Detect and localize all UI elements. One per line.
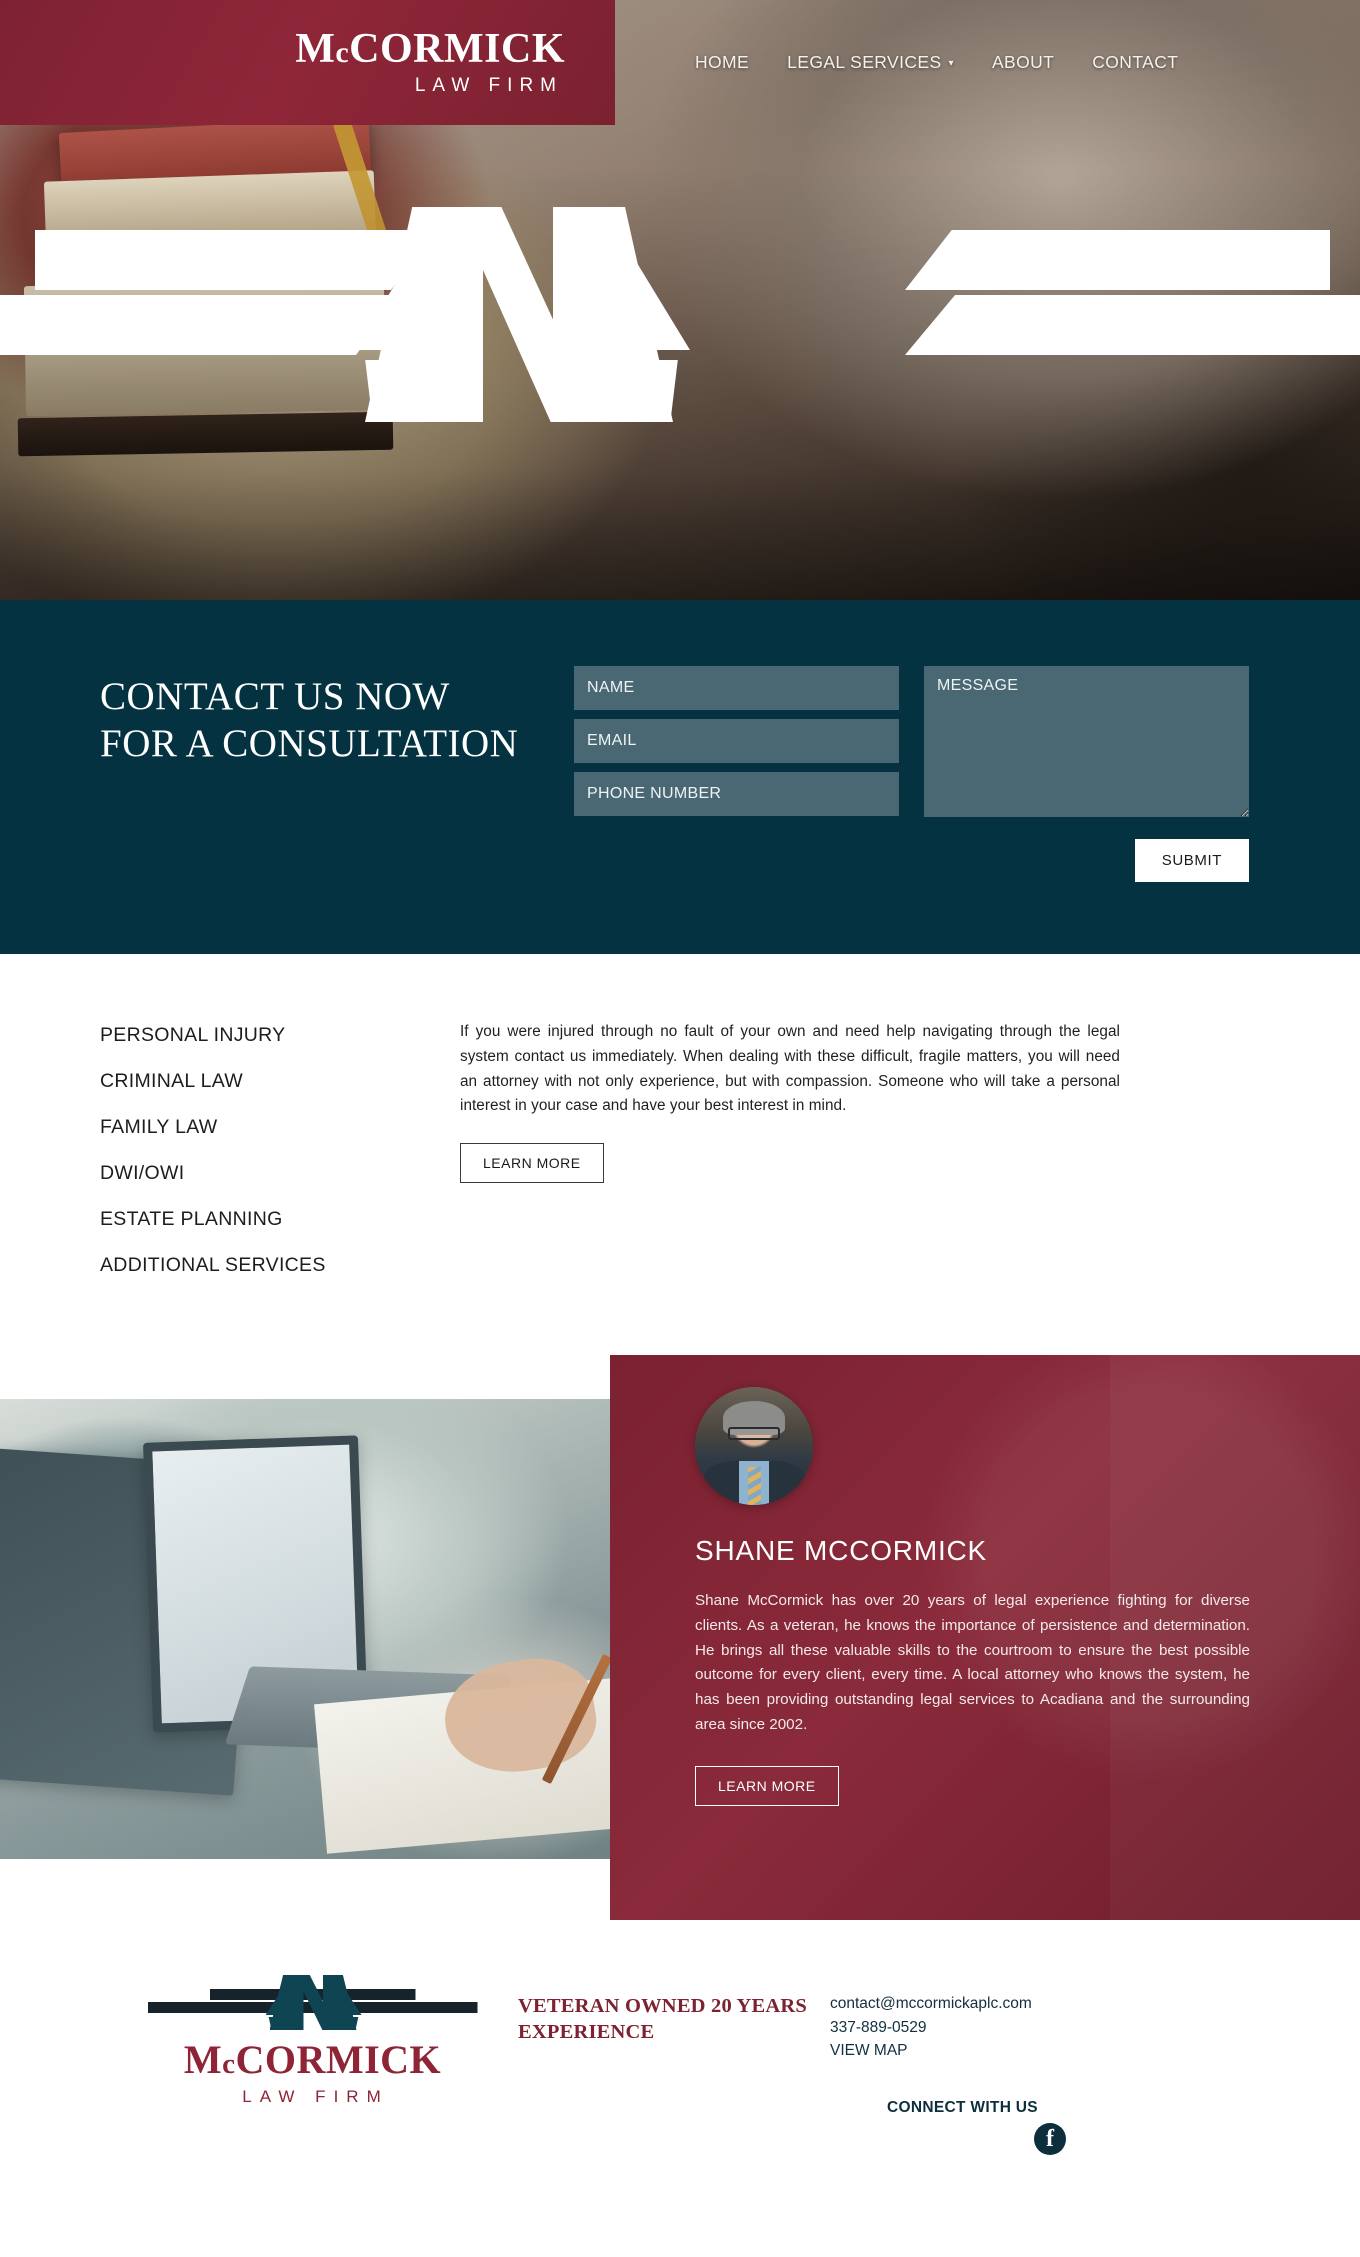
chevron-down-icon: ▾ xyxy=(948,57,954,69)
footer-logo[interactable]: McCORMICK LAW FIRM xyxy=(90,1972,510,2107)
services-paragraph: If you were injured through no fault of … xyxy=(460,1023,1120,1115)
services-learn-more-button[interactable]: LEARN MORE xyxy=(460,1143,604,1184)
contact-heading: CONTACT US NOW FOR A CONSULTATION xyxy=(100,675,519,765)
monogram-foot-right xyxy=(572,360,678,420)
footer-contact-block: contact@mccormickaplc.com 337-889-0529 V… xyxy=(810,1972,1270,2155)
footer-bar-right-upper xyxy=(305,1989,416,2000)
nav-item-home-label: HOME xyxy=(695,52,750,72)
attorney-bio-text: Shane McCormick has over 20 years of leg… xyxy=(695,1592,1250,1733)
name-input[interactable] xyxy=(574,666,899,710)
service-item-criminal-law[interactable]: CRIMINAL LAW xyxy=(100,1070,400,1093)
monogram-bar-left-lower xyxy=(0,295,400,355)
monogram-bar-right-lower xyxy=(905,295,1360,355)
footer-foot-left xyxy=(268,2017,301,2030)
email-input[interactable] xyxy=(574,719,899,763)
header-brand-subtitle: LAW FIRM xyxy=(414,75,563,96)
services-section: PERSONAL INJURY CRIMINAL LAW FAMILY LAW … xyxy=(0,954,1360,1355)
hero-monogram-logo xyxy=(0,185,1360,425)
footer-brand-name: McCORMICK xyxy=(183,2037,442,2082)
monogram-bar-left-upper xyxy=(35,230,435,290)
attorney-name: SHANE MCCORMICK xyxy=(695,1535,988,1566)
monogram-foot-left xyxy=(365,360,471,420)
nav-item-legal-services[interactable]: LEGAL SERVICES ▾ xyxy=(787,52,954,73)
glasses-icon xyxy=(728,1427,780,1440)
message-textarea[interactable] xyxy=(924,666,1249,817)
service-item-family-law[interactable]: FAMILY LAW xyxy=(100,1116,400,1139)
site-header: McCORMICK LAW FIRM HOME LEGAL SERVICES ▾… xyxy=(0,0,1360,125)
service-item-additional-services[interactable]: ADDITIONAL SERVICES xyxy=(100,1254,400,1277)
footer-phone-link[interactable]: 337-889-0529 xyxy=(830,2016,1270,2040)
page-root: McCORMICK LAW FIRM HOME LEGAL SERVICES ▾… xyxy=(0,0,1360,2219)
footer-tagline: VETERAN OWNED 20 YEARS EXPERIENCE xyxy=(518,1995,807,2043)
contact-form-fields-column xyxy=(574,666,899,817)
monogram-bar-right-upper xyxy=(905,230,1330,290)
nav-item-contact-label: CONTACT xyxy=(1092,52,1179,72)
footer-brand-subtitle: LAW FIRM xyxy=(242,2087,389,2106)
office-desk-photo xyxy=(0,1399,620,1859)
nav-item-contact[interactable]: CONTACT xyxy=(1092,52,1178,73)
services-description-block: If you were injured through no fault of … xyxy=(460,1020,1120,1277)
facebook-icon[interactable]: f xyxy=(1034,2122,1066,2155)
site-footer: McCORMICK LAW FIRM VETERAN OWNED 20 YEAR… xyxy=(0,1920,1360,2219)
attorney-avatar xyxy=(695,1387,813,1505)
services-list: PERSONAL INJURY CRIMINAL LAW FAMILY LAW … xyxy=(100,1020,400,1277)
attorney-section: SHANE MCCORMICK Shane McCormick has over… xyxy=(0,1355,1360,1920)
primary-navigation: HOME LEGAL SERVICES ▾ ABOUT CONTACT xyxy=(615,0,1360,125)
footer-connect-label: CONNECT WITH US xyxy=(887,2098,1038,2116)
avatar-tie xyxy=(748,1467,761,1505)
hero-section: McCORMICK LAW FIRM HOME LEGAL SERVICES ▾… xyxy=(0,0,1360,600)
contact-form: SUBMIT xyxy=(574,666,1260,882)
footer-email-link[interactable]: contact@mccormickaplc.com xyxy=(830,1992,1270,2016)
nav-item-home[interactable]: HOME xyxy=(695,52,749,73)
footer-monogram-icon xyxy=(147,1972,478,2030)
service-item-estate-planning[interactable]: ESTATE PLANNING xyxy=(100,1208,400,1231)
service-item-dwi-owi[interactable]: DWI/OWI xyxy=(100,1162,400,1185)
decorative-book-1 xyxy=(58,116,372,190)
header-brand-block[interactable]: McCORMICK LAW FIRM xyxy=(0,0,615,125)
phone-input[interactable] xyxy=(574,772,899,816)
footer-view-map-link[interactable]: VIEW MAP xyxy=(830,2039,1270,2063)
attorney-bio-card: SHANE MCCORMICK Shane McCormick has over… xyxy=(610,1355,1360,1920)
attorney-learn-more-button[interactable]: LEARN MORE xyxy=(695,1765,839,1806)
nav-item-about-label: ABOUT xyxy=(991,52,1055,72)
contact-section: CONTACT US NOW FOR A CONSULTATION SUBMIT xyxy=(0,600,1360,954)
submit-button[interactable]: SUBMIT xyxy=(1134,839,1249,882)
nav-item-legal-services-label: LEGAL SERVICES xyxy=(787,52,942,72)
footer-foot-right xyxy=(326,2017,359,2030)
nav-item-about[interactable]: ABOUT xyxy=(992,52,1054,73)
service-item-personal-injury[interactable]: PERSONAL INJURY xyxy=(100,1024,400,1047)
header-brand-name: McCORMICK xyxy=(295,26,565,72)
